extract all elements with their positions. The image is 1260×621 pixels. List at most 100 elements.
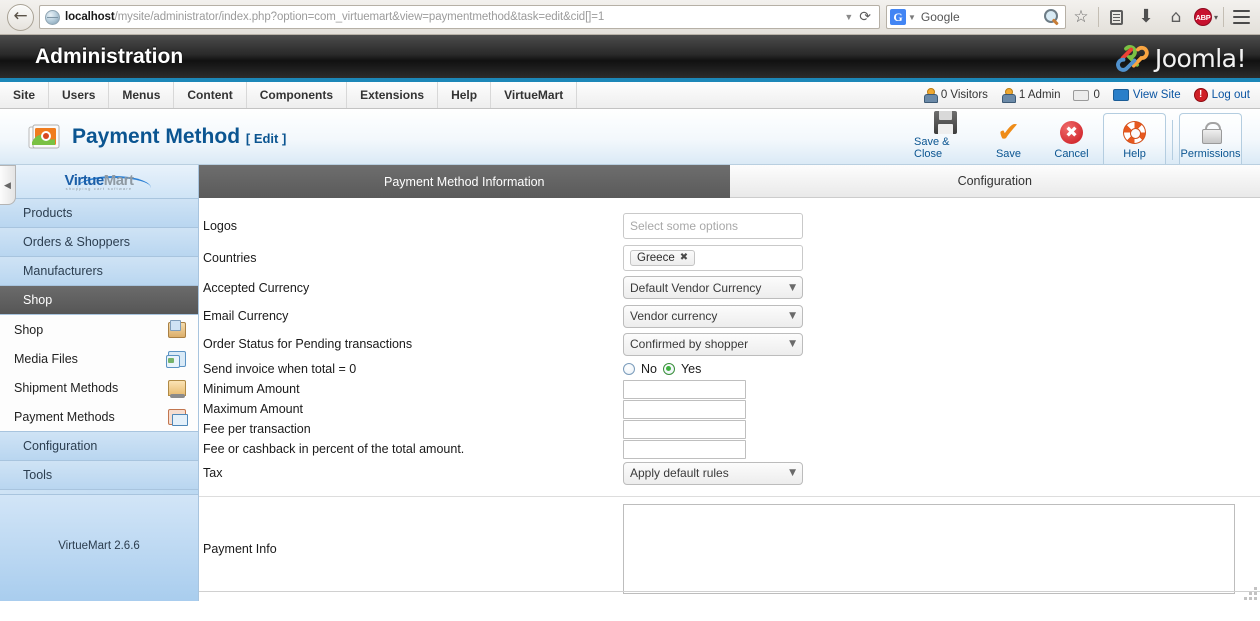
search-icon[interactable] (1044, 8, 1061, 26)
tax-select[interactable]: Apply default rules ▼ (623, 461, 803, 485)
status-label: View Site (1132, 89, 1181, 101)
tab-bar: Payment Method Information Configuration (199, 165, 1260, 198)
address-bar-text: localhost/mysite/administrator/index.php… (65, 11, 605, 23)
logos-multiselect[interactable]: Select some options (623, 212, 803, 239)
reading-list-button[interactable] (1101, 3, 1131, 31)
payment-info-textarea[interactable] (623, 503, 1235, 594)
toolbar-separator (1172, 120, 1173, 160)
form-row-send-invoice: Send invoice when total = 0 No Yes (199, 358, 1260, 379)
sidebar-item-shop[interactable]: Shop (0, 286, 198, 315)
globe-icon (45, 9, 60, 25)
logo-part-2: irtue (73, 172, 105, 189)
address-dropdown-icon[interactable]: ▼ (840, 12, 859, 22)
menu-item-extensions[interactable]: Extensions (347, 82, 439, 108)
page-title-text: Payment Method (72, 124, 241, 148)
toolbar-button-label: Permissions (1180, 148, 1241, 160)
help-button[interactable]: Help (1103, 113, 1166, 164)
country-chip-label: Greece (637, 251, 675, 264)
main-content: Payment Method Information Configuration … (199, 165, 1260, 601)
status-label: 1 Admin (1018, 89, 1061, 101)
sidebar-subitem-shop[interactable]: Shop (0, 315, 198, 344)
sidebar-item-label: Manufacturers (23, 264, 103, 278)
sidebar-item-products[interactable]: Products (0, 199, 198, 228)
menu-item-site[interactable]: Site (0, 82, 50, 108)
status-messages[interactable]: 0 (1073, 89, 1100, 101)
save-button[interactable]: ✔ Save (977, 113, 1040, 164)
menu-item-virtuemart[interactable]: VirtueMart (491, 82, 578, 108)
menu-item-menus[interactable]: Menus (109, 82, 175, 108)
sidebar-item-configuration[interactable]: Configuration (0, 432, 198, 461)
sidebar-subitem-payment-methods[interactable]: Payment Methods (0, 402, 198, 431)
search-input[interactable]: Google (921, 10, 1044, 24)
sidebar-item-manufacturers[interactable]: Manufacturers (0, 257, 198, 286)
reload-icon[interactable]: ⟳ (859, 9, 876, 25)
label-fee-percent: Fee or cashback in percent of the total … (203, 442, 465, 456)
home-button[interactable]: ⌂ (1161, 3, 1191, 31)
chip-remove-icon[interactable]: ✖ (680, 252, 688, 263)
virtuemart-logo[interactable]: VirtueMart shopping cart software (0, 165, 198, 199)
sidebar-item-orders-shoppers[interactable]: Orders & Shoppers (0, 228, 198, 257)
form-row-logos: Logos Select some options (199, 209, 1260, 242)
status-logout[interactable]: ! Log out (1193, 88, 1250, 102)
status-label: Log out (1211, 89, 1250, 101)
status-visitors[interactable]: 0 Visitors (923, 88, 988, 103)
address-bar[interactable]: localhost/mysite/administrator/index.php… (39, 5, 880, 29)
tab-configuration[interactable]: Configuration (729, 165, 1260, 198)
bookmark-star-button[interactable]: ☆ (1066, 3, 1096, 31)
sidebar-subitem-shipment-methods[interactable]: Shipment Methods (0, 373, 198, 402)
radio-no-label[interactable]: No (641, 362, 657, 376)
tab-payment-method-information[interactable]: Payment Method Information (199, 165, 730, 198)
joomla-menu-bar: Site Users Menus Content Components Extension… (0, 82, 1260, 109)
status-admin[interactable]: 1 Admin (1001, 88, 1061, 103)
radio-yes-label[interactable]: Yes (681, 362, 701, 376)
accepted-currency-value: Default Vendor Currency (630, 280, 762, 295)
back-button[interactable]: ← (7, 3, 34, 31)
visitors-icon (923, 88, 938, 103)
fee-per-transaction-input[interactable] (623, 419, 746, 439)
menu-item-users[interactable]: Users (49, 82, 110, 108)
sidebar-subitem-media-files[interactable]: Media Files (0, 344, 198, 373)
page-title-suffix: [ Edit ] (245, 130, 287, 146)
chevron-down-icon: ▼ (789, 339, 796, 349)
order-status-select[interactable]: Confirmed by shopper ▼ (623, 332, 803, 356)
menu-item-help[interactable]: Help (438, 82, 492, 108)
toolbar-button-label: Save & Close (914, 136, 950, 160)
search-engine-caret-icon[interactable]: ▼ (908, 13, 916, 22)
email-currency-select[interactable]: Vendor currency ▼ (623, 304, 803, 328)
label-email-currency: Email Currency (203, 309, 289, 323)
menu-item-content[interactable]: Content (174, 82, 247, 108)
radio-no[interactable] (623, 362, 635, 375)
countries-multiselect[interactable]: Greece ✖ (623, 244, 803, 271)
download-icon: ⬇ (1138, 6, 1154, 27)
fee-percent-input[interactable] (623, 439, 746, 459)
toolbar-divider (1098, 7, 1099, 27)
menu-button[interactable] (1226, 3, 1256, 31)
country-chip-greece[interactable]: Greece ✖ (630, 249, 696, 266)
sidebar-item-tools[interactable]: Tools (0, 461, 198, 490)
status-label: 0 (1093, 89, 1100, 101)
sidebar-subitem-label: Shipment Methods (14, 380, 119, 395)
status-view-site[interactable]: View Site (1112, 89, 1181, 101)
label-send-invoice: Send invoice when total = 0 (203, 361, 357, 376)
accepted-currency-select[interactable]: Default Vendor Currency ▼ (623, 276, 803, 299)
label-order-status: Order Status for Pending transactions (203, 337, 413, 351)
label-payment-info: Payment Info (203, 541, 277, 556)
maximum-amount-input[interactable] (623, 399, 746, 419)
google-icon: G (890, 9, 906, 25)
adblock-button[interactable]: ABP ▾ (1191, 3, 1221, 31)
cancel-button[interactable]: ✖ Cancel (1040, 113, 1103, 164)
permissions-button[interactable]: Permissions (1179, 113, 1242, 164)
minimum-amount-input[interactable] (623, 379, 746, 399)
browser-toolbar: ← localhost/mysite/administrator/index.p… (0, 0, 1260, 35)
search-bar[interactable]: G ▼ Google (886, 5, 1066, 29)
radio-yes[interactable] (662, 362, 675, 375)
form-row-minimum-amount: Minimum Amount (199, 379, 1260, 399)
menu-item-components[interactable]: Components (247, 82, 348, 108)
save-close-button[interactable]: Save & Close (914, 111, 977, 164)
downloads-button[interactable]: ⬇ (1131, 3, 1161, 31)
sidebar-collapse-button[interactable]: ◀ (0, 165, 16, 205)
adblock-caret-icon: ▾ (1213, 12, 1218, 22)
status-label: 0 Visitors (940, 89, 988, 101)
resize-grip[interactable] (1243, 586, 1257, 600)
chevron-down-icon: ▼ (789, 311, 796, 321)
